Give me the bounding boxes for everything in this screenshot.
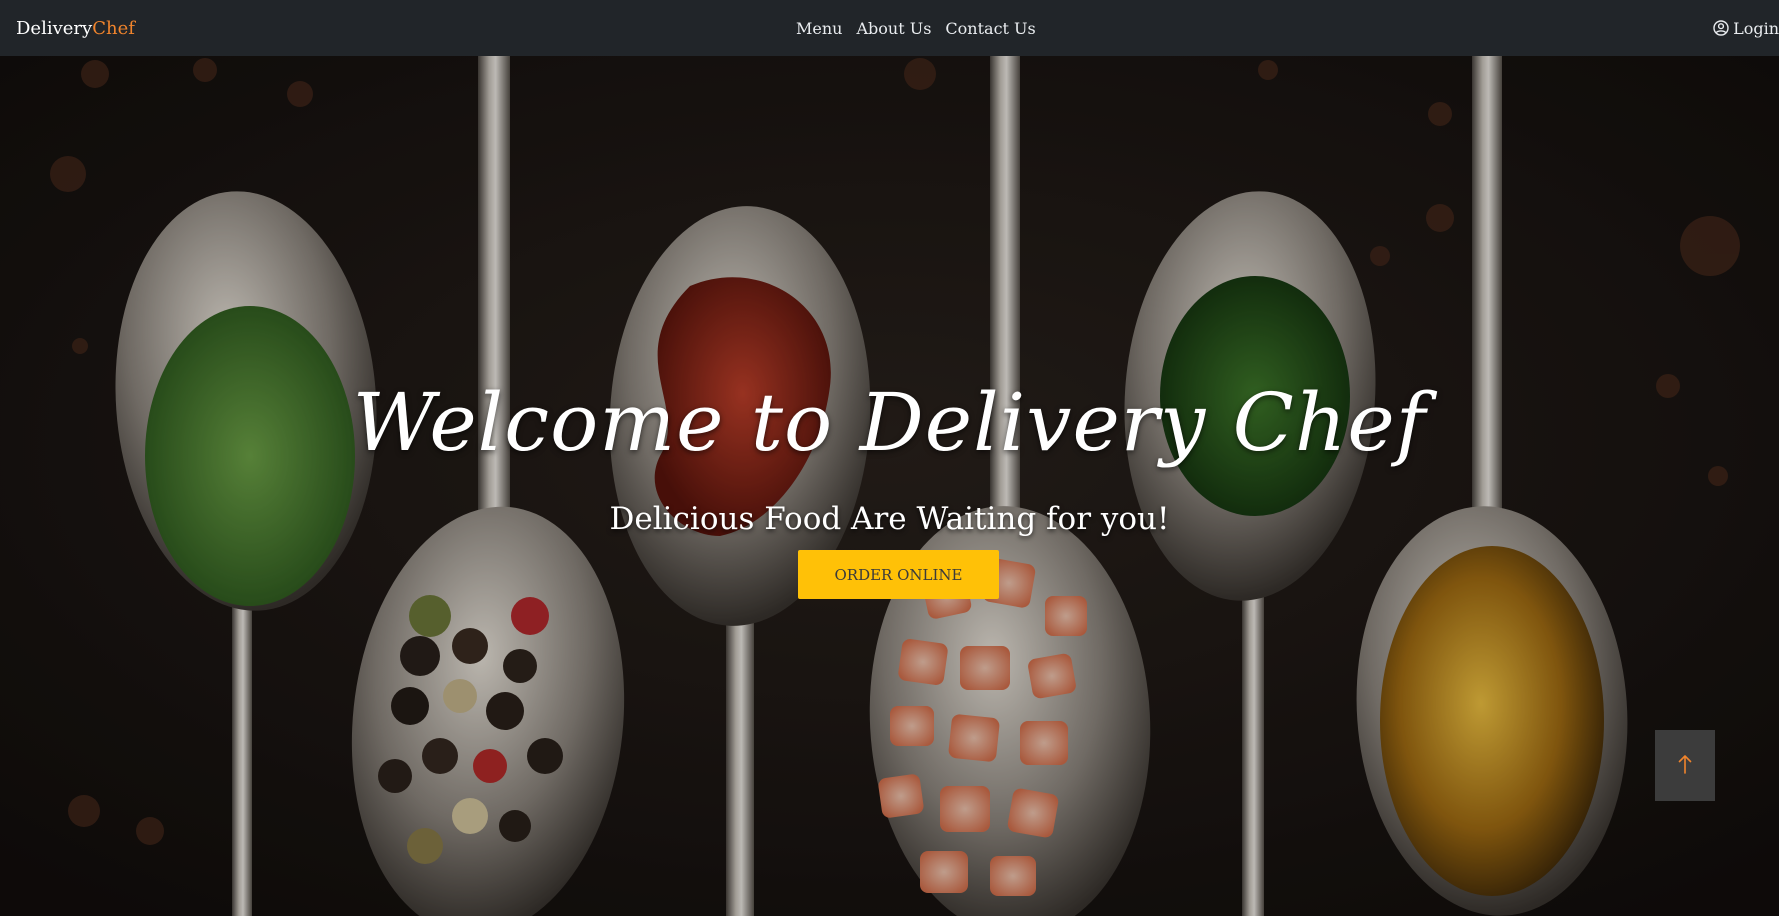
brand-primary-text: Delivery — [16, 17, 93, 39]
nav-link-menu[interactable]: Menu — [796, 19, 842, 38]
order-online-button[interactable]: ORDER ONLINE — [798, 550, 999, 599]
hero-title: Welcome to Delivery Chef — [352, 376, 1427, 469]
brand-accent-text: Chef — [92, 17, 135, 39]
nav-links: Menu About Us Contact Us — [796, 0, 1036, 56]
login-label: Login — [1733, 18, 1779, 38]
hero-content: Welcome to Delivery Chef Delicious Food … — [0, 56, 1779, 916]
nav-link-about-us[interactable]: About Us — [856, 19, 931, 38]
top-navbar: Delivery Chef Menu About Us Contact Us Lo… — [0, 0, 1779, 56]
brand-logo[interactable]: Delivery Chef — [16, 0, 135, 56]
scroll-to-top-button[interactable] — [1655, 730, 1715, 801]
login-link[interactable]: Login — [1713, 0, 1779, 56]
nav-link-contact-us[interactable]: Contact Us — [945, 19, 1035, 38]
user-circle-icon — [1713, 20, 1729, 36]
arrow-up-icon — [1677, 753, 1693, 778]
hero-section: Welcome to Delivery Chef Delicious Food … — [0, 56, 1779, 916]
hero-subtitle: Delicious Food Are Waiting for you! — [609, 501, 1170, 537]
